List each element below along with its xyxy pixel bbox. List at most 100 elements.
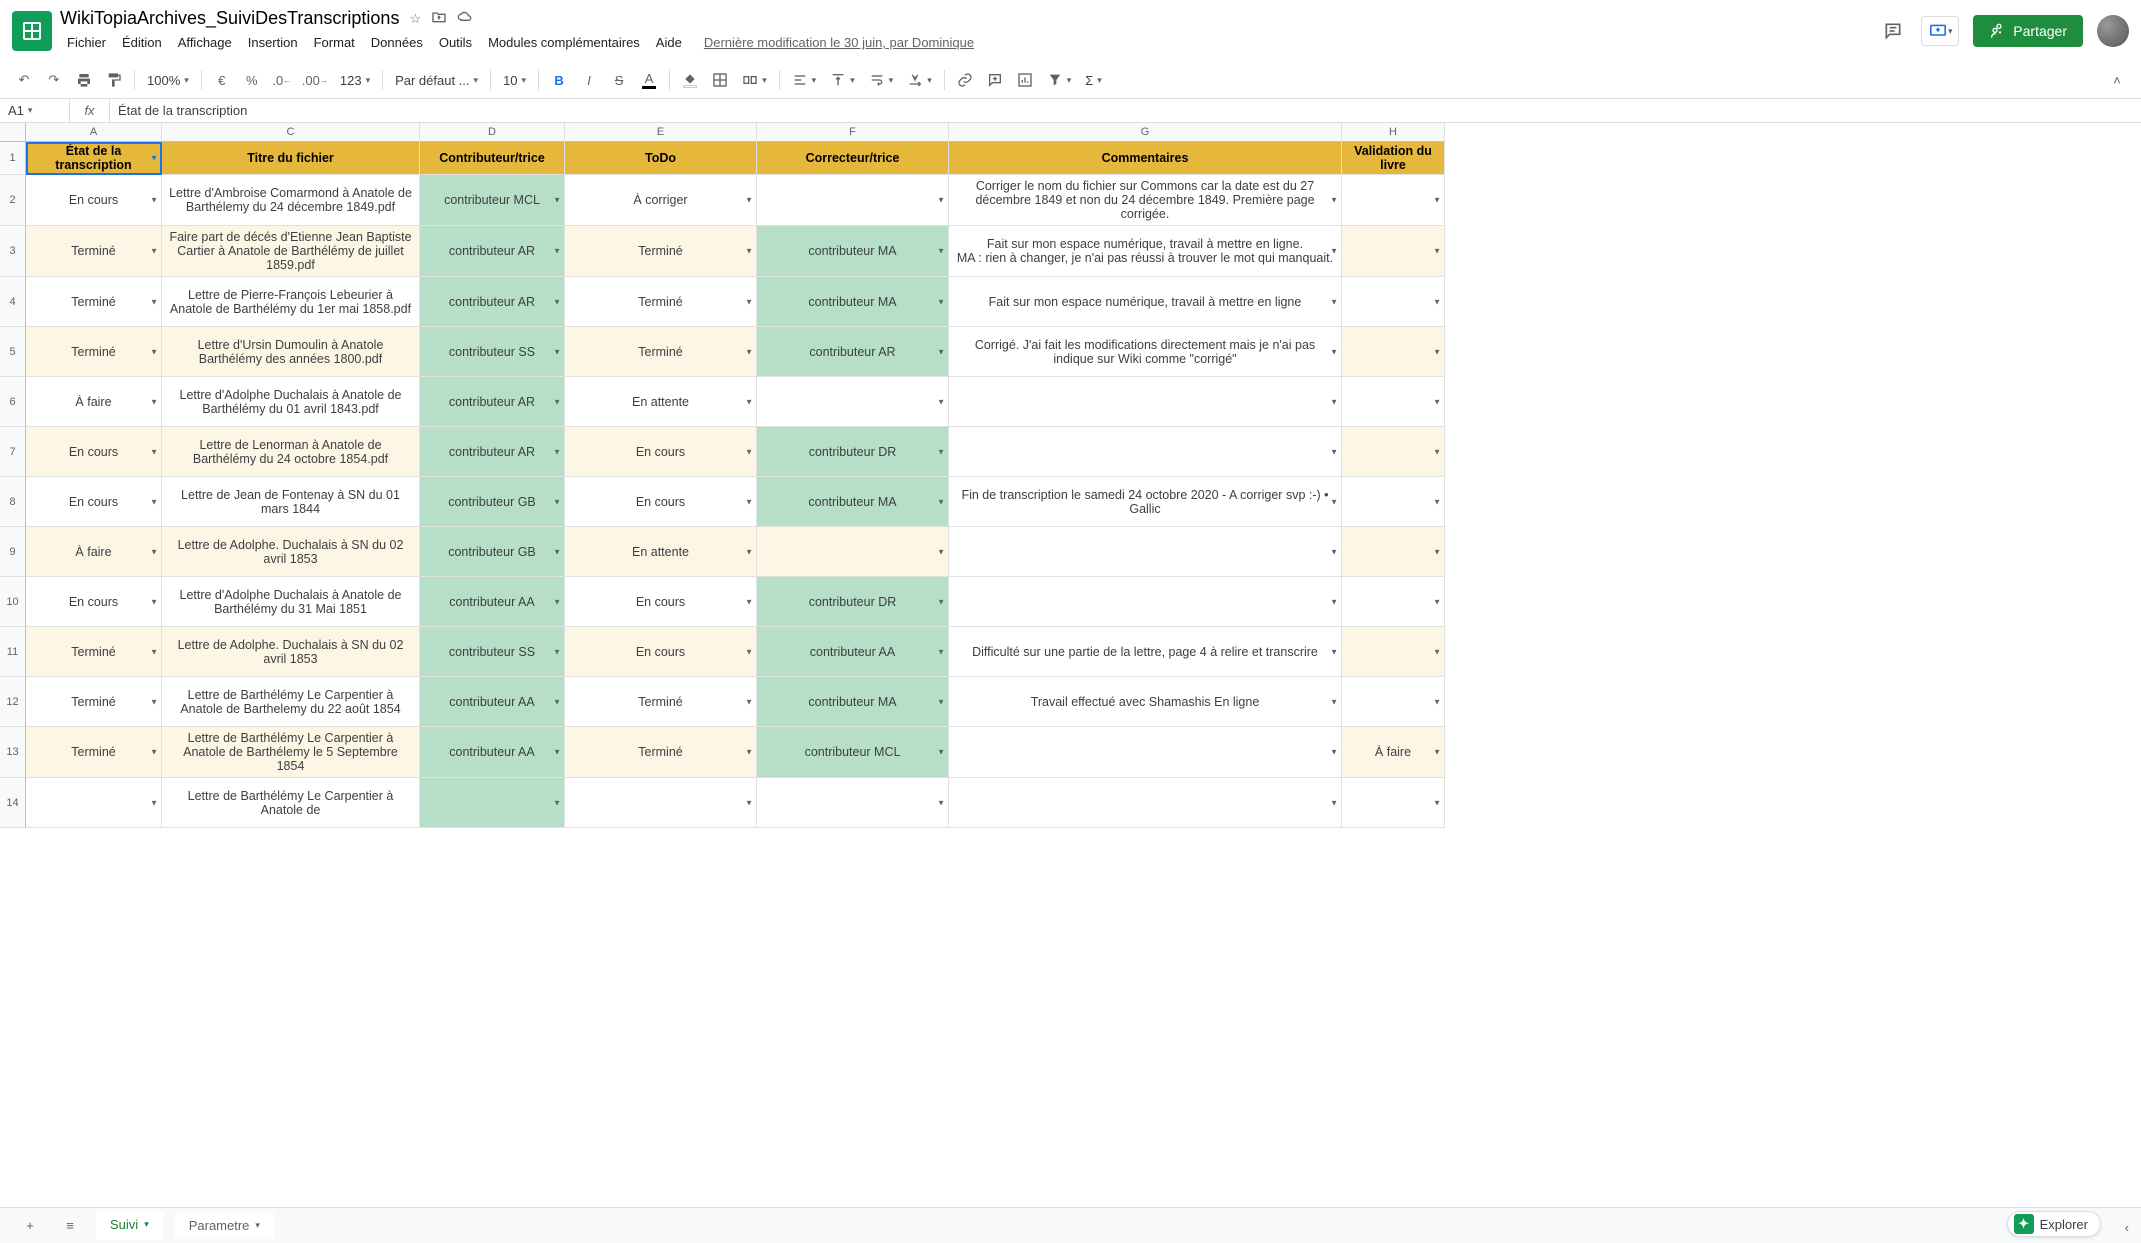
dropdown-icon[interactable]: ▼ <box>937 247 945 256</box>
dropdown-icon[interactable]: ▼ <box>1330 748 1338 757</box>
cell-G-13[interactable]: ▼ <box>949 727 1342 778</box>
cell-E-13[interactable]: Terminé▼ <box>565 727 757 778</box>
row-header-4[interactable]: 4 <box>0 277 26 327</box>
dropdown-icon[interactable]: ▼ <box>745 647 753 656</box>
select-all-corner[interactable] <box>0 123 26 142</box>
cell-C-11[interactable]: Lettre de Adolphe. Duchalais à SN du 02 … <box>162 627 420 677</box>
cell-G-7[interactable]: ▼ <box>949 427 1342 477</box>
merge-cells-button[interactable]: ▾ <box>736 66 773 94</box>
cell-D-6[interactable]: contributeur AR▼ <box>420 377 565 427</box>
cell-A-12[interactable]: Terminé▼ <box>26 677 162 727</box>
dropdown-icon[interactable]: ▼ <box>1433 196 1441 205</box>
print-icon[interactable] <box>70 66 98 94</box>
dropdown-icon[interactable]: ▼ <box>937 547 945 556</box>
cell-C-3[interactable]: Faire part de décés d'Etienne Jean Bapti… <box>162 226 420 277</box>
row-header-13[interactable]: 13 <box>0 727 26 778</box>
cell-A-4[interactable]: Terminé▼ <box>26 277 162 327</box>
cell-C-5[interactable]: Lettre d'Ursin Dumoulin à Anatole Barthé… <box>162 327 420 377</box>
menu-aide[interactable]: Aide <box>649 31 689 54</box>
dropdown-icon[interactable]: ▼ <box>1330 697 1338 706</box>
cell-C-6[interactable]: Lettre d'Adolphe Duchalais à Anatole de … <box>162 377 420 427</box>
header-todo[interactable]: ToDo <box>565 142 757 175</box>
cell-G-6[interactable]: ▼ <box>949 377 1342 427</box>
menu-donnees[interactable]: Données <box>364 31 430 54</box>
dropdown-icon[interactable]: ▼ <box>1433 697 1441 706</box>
header-titre[interactable]: Titre du fichier <box>162 142 420 175</box>
cell-E-2[interactable]: À corriger▼ <box>565 175 757 226</box>
cell-F-5[interactable]: contributeur AR▼ <box>757 327 949 377</box>
cell-G-4[interactable]: Fait sur mon espace numérique, travail à… <box>949 277 1342 327</box>
cell-D-8[interactable]: contributeur GB▼ <box>420 477 565 527</box>
cell-A-9[interactable]: À faire▼ <box>26 527 162 577</box>
cell-A-2[interactable]: En cours▼ <box>26 175 162 226</box>
cell-F-3[interactable]: contributeur MA▼ <box>757 226 949 277</box>
dropdown-icon[interactable]: ▼ <box>937 196 945 205</box>
cell-G-9[interactable]: ▼ <box>949 527 1342 577</box>
text-color-button[interactable]: A <box>635 66 663 94</box>
insert-chart-icon[interactable] <box>1011 66 1039 94</box>
text-rotation-button[interactable]: ▾ <box>901 66 938 94</box>
dropdown-icon[interactable]: ▼ <box>1330 247 1338 256</box>
dropdown-icon[interactable]: ▼ <box>553 547 561 556</box>
dropdown-icon[interactable]: ▼ <box>1330 347 1338 356</box>
dropdown-icon[interactable]: ▼ <box>937 447 945 456</box>
cell-C-2[interactable]: Lettre d'Ambroise Comarmond à Anatole de… <box>162 175 420 226</box>
dropdown-icon[interactable]: ▼ <box>1330 447 1338 456</box>
dropdown-icon[interactable]: ▼ <box>1433 748 1441 757</box>
col-header-A[interactable]: A <box>26 123 162 142</box>
row-header-12[interactable]: 12 <box>0 677 26 727</box>
cell-F-14[interactable]: ▼ <box>757 778 949 828</box>
dropdown-icon[interactable]: ▼ <box>1330 196 1338 205</box>
text-wrap-button[interactable]: ▾ <box>863 66 900 94</box>
grid-container[interactable]: A C D E F G H 1 État de la transcription… <box>0 123 2141 1196</box>
dropdown-icon[interactable]: ▼ <box>150 697 158 706</box>
dropdown-icon[interactable]: ▼ <box>1433 397 1441 406</box>
dropdown-icon[interactable]: ▼ <box>1433 597 1441 606</box>
dropdown-icon[interactable]: ▼ <box>1330 497 1338 506</box>
row-header-14[interactable]: 14 <box>0 778 26 828</box>
menu-affichage[interactable]: Affichage <box>171 31 239 54</box>
cell-D-14[interactable]: ▼ <box>420 778 565 828</box>
dropdown-icon[interactable]: ▼ <box>1433 247 1441 256</box>
cell-H-12[interactable]: ▼ <box>1342 677 1445 727</box>
insert-comment-icon[interactable] <box>981 66 1009 94</box>
dropdown-icon[interactable]: ▼ <box>150 497 158 506</box>
header-contributeur[interactable]: Contributeur/trice <box>420 142 565 175</box>
col-header-F[interactable]: F <box>757 123 949 142</box>
sheets-logo-icon[interactable] <box>12 11 52 51</box>
dropdown-icon[interactable]: ▼ <box>745 547 753 556</box>
dropdown-icon[interactable]: ▼ <box>937 647 945 656</box>
row-header-6[interactable]: 6 <box>0 377 26 427</box>
dropdown-icon[interactable]: ▼ <box>745 397 753 406</box>
cell-F-13[interactable]: contributeur MCL▼ <box>757 727 949 778</box>
cell-F-7[interactable]: contributeur DR▼ <box>757 427 949 477</box>
cell-C-12[interactable]: Lettre de Barthélémy Le Carpentier à Ana… <box>162 677 420 727</box>
dropdown-icon[interactable]: ▼ <box>1330 297 1338 306</box>
all-sheets-icon[interactable]: ≡ <box>56 1212 84 1240</box>
cell-C-7[interactable]: Lettre de Lenorman à Anatole de Barthélé… <box>162 427 420 477</box>
sheet-tab-parametre[interactable]: Parametre▾ <box>175 1212 274 1239</box>
dropdown-icon[interactable]: ▼ <box>150 196 158 205</box>
dropdown-icon[interactable]: ▼ <box>150 647 158 656</box>
dropdown-icon[interactable]: ▼ <box>150 397 158 406</box>
cell-A-3[interactable]: Terminé▼ <box>26 226 162 277</box>
row-header-3[interactable]: 3 <box>0 226 26 277</box>
name-box[interactable]: A1▾ <box>0 99 70 122</box>
cell-A-5[interactable]: Terminé▼ <box>26 327 162 377</box>
row-header-7[interactable]: 7 <box>0 427 26 477</box>
cell-H-3[interactable]: ▼ <box>1342 226 1445 277</box>
sheet-tab-suivi[interactable]: Suivi▾ <box>96 1211 163 1240</box>
present-icon[interactable]: ▾ <box>1921 16 1959 46</box>
cell-A-13[interactable]: Terminé▼ <box>26 727 162 778</box>
dropdown-icon[interactable]: ▼ <box>553 397 561 406</box>
move-folder-icon[interactable] <box>431 9 447 28</box>
font-select[interactable]: Par défaut ...▾ <box>389 66 484 94</box>
cell-H-14[interactable]: ▼ <box>1342 778 1445 828</box>
expand-toolbar-icon[interactable]: ˄ <box>2103 66 2131 94</box>
dropdown-icon[interactable]: ▼ <box>937 798 945 807</box>
cell-G-8[interactable]: Fin de transcription le samedi 24 octobr… <box>949 477 1342 527</box>
dropdown-icon[interactable]: ▼ <box>1433 547 1441 556</box>
menu-outils[interactable]: Outils <box>432 31 479 54</box>
dropdown-icon[interactable]: ▼ <box>745 748 753 757</box>
strikethrough-button[interactable]: S <box>605 66 633 94</box>
